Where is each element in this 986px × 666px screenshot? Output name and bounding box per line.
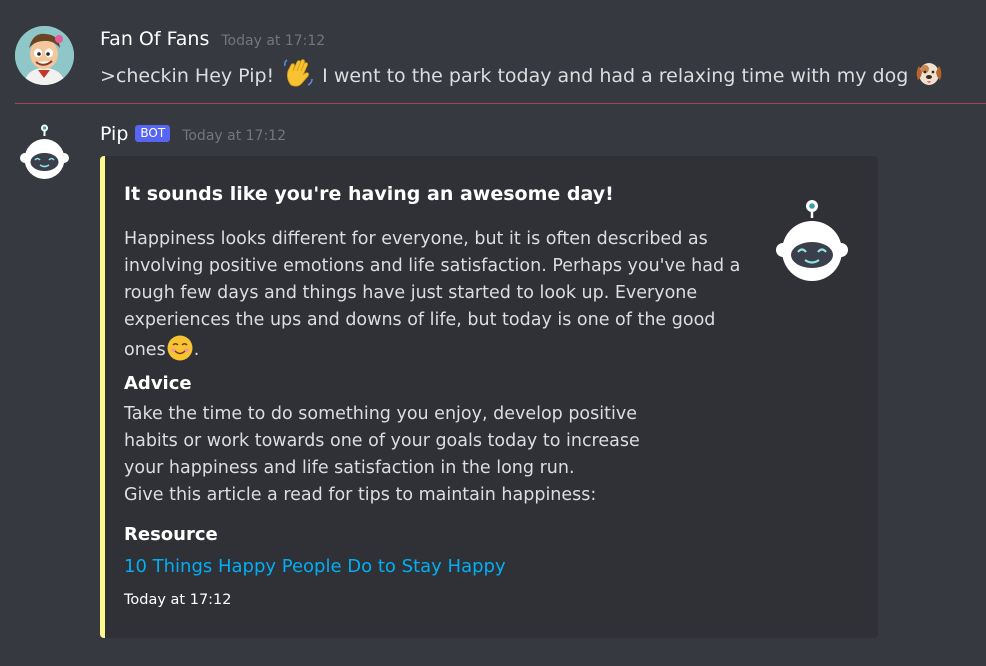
advice-line: Take the time to do something you enjoy,… — [124, 404, 637, 424]
description-line: involving positive emotions and life sat… — [124, 256, 741, 276]
waving-hand-icon — [282, 57, 314, 94]
description-end: . — [193, 340, 200, 360]
user-avatar[interactable] — [15, 26, 74, 85]
description-line: Happiness looks different for everyone, … — [124, 229, 708, 249]
dog-face-icon — [914, 58, 944, 93]
message-header: Fan Of Fans Today at 17:12 — [100, 28, 325, 50]
resource-link[interactable]: 10 Things Happy People Do to Stay Happy — [124, 556, 506, 577]
bot-embed: It sounds like you're having an awesome … — [100, 156, 878, 638]
robot-thumbnail-icon[interactable] — [775, 196, 855, 286]
message-text-part1: >checkin Hey Pip! — [100, 64, 275, 87]
embed-description: Happiness looks different for everyone, … — [124, 226, 744, 371]
advice-line: Give this article a read for tips to mai… — [124, 485, 597, 505]
bot-avatar[interactable] — [15, 122, 74, 181]
description-line-last: ones . — [124, 334, 744, 371]
description-line: experiences the ups and downs of life, b… — [124, 310, 716, 330]
timestamp: Today at 17:12 — [182, 128, 286, 144]
embed-title: It sounds like you're having an awesome … — [124, 183, 614, 205]
message-content: >checkin Hey Pip! I went to the park tod… — [100, 57, 952, 94]
description-line: rough few days and things have just star… — [124, 283, 698, 303]
advice-field-name: Advice — [124, 373, 192, 394]
description-last-word: ones — [124, 340, 166, 360]
embed-footer-timestamp: Today at 17:12 — [124, 592, 232, 608]
advice-field-value: Take the time to do something you enjoy,… — [124, 401, 644, 509]
smiling-face-icon — [166, 334, 194, 371]
bot-tag-badge: BOT — [135, 125, 171, 142]
resource-field-name: Resource — [124, 524, 218, 545]
username[interactable]: Fan Of Fans — [100, 28, 209, 50]
message-header: Pip BOT Today at 17:12 — [100, 123, 286, 145]
advice-line: your happiness and life satisfaction in … — [124, 458, 575, 478]
username[interactable]: Pip — [100, 123, 128, 145]
new-messages-divider — [15, 103, 986, 104]
resource-field-value: 10 Things Happy People Do to Stay Happy — [124, 553, 506, 581]
message-text-part2: I went to the park today and had a relax… — [322, 64, 909, 87]
advice-line: habits or work towards one of your goals… — [124, 431, 640, 451]
timestamp: Today at 17:12 — [221, 33, 326, 49]
